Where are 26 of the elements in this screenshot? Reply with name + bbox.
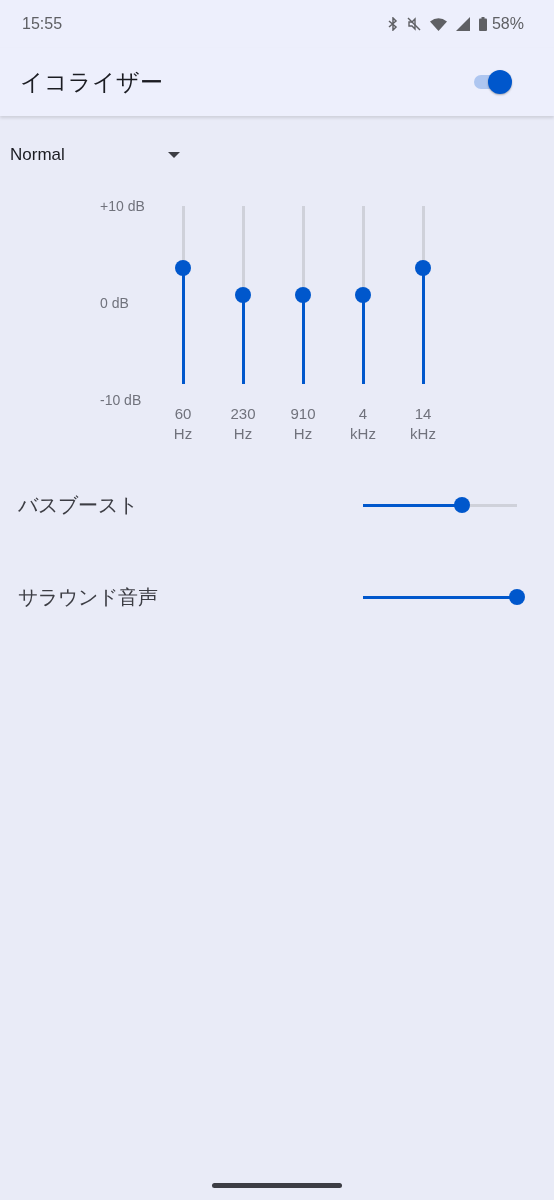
battery-icon [478,17,487,31]
battery-percent: 58% [491,15,524,33]
band-frequency: 60 [174,404,192,424]
caret-icon [168,152,180,158]
scale-label: -10 dB [100,392,143,408]
band-frequency: 4 [358,404,368,424]
band-unit: Hz [173,424,193,444]
band-frequency: 14 [414,404,432,424]
preset-dropdown[interactable]: Normal [10,140,180,170]
band-unit: Hz [293,424,313,444]
band-unit: Hz [233,424,253,444]
navigation-handle[interactable] [212,1183,342,1188]
effect-label: サラウンド音声 [18,584,158,610]
scale-label: 0 dB [100,295,130,311]
band-frequency: 910 [290,404,316,424]
screen-title: イコライザー [20,67,163,97]
status-time: 15:55 [22,15,63,33]
band-unit: kHz [350,424,376,444]
scale-label: +10 dB [100,198,146,214]
band-frequency: 230 [230,404,256,424]
effect-label: バスブースト [18,492,138,518]
wifi-icon [429,17,447,31]
equalizer-switch[interactable] [472,69,512,95]
band-unit: kHz [410,424,436,444]
bluetooth-icon [387,17,398,31]
signal-icon [455,17,470,31]
